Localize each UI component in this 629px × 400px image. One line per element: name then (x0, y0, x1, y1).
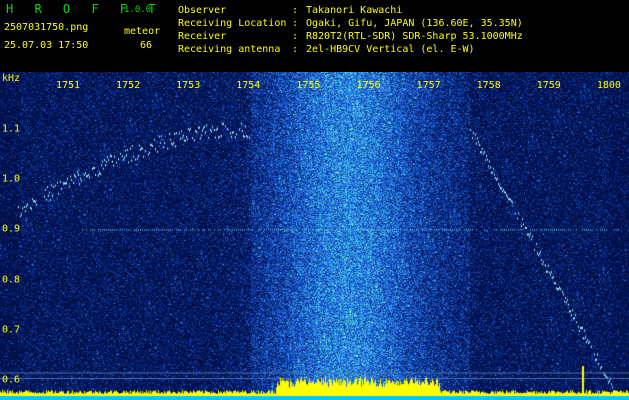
info-key: Receiver (178, 31, 227, 42)
info-value: Ogaki, Gifu, JAPAN (136.60E, 35.35N) (306, 18, 523, 29)
spectrogram-plot (0, 72, 629, 400)
y-axis-unit: kHz (2, 73, 21, 84)
info-key: Observer (178, 5, 227, 16)
info-separator: : (292, 44, 299, 55)
y-tick-label: 0.6 (2, 374, 21, 386)
meteor-count: 66 (140, 40, 153, 51)
x-tick-label: 1754 (236, 80, 261, 91)
info-value: R820T2(RTL-SDR) SDR-Sharp 53.1000MHz (306, 31, 523, 42)
x-tick-label: 1756 (356, 80, 381, 91)
app-version: 1.0.0 (124, 5, 152, 15)
meteor-label: meteor (124, 26, 161, 37)
y-tick-label: 0.8 (2, 274, 21, 286)
capture-datetime: 25.07.03 17:50 (4, 40, 89, 51)
info-key: Receiving antenna (178, 44, 281, 55)
y-tick-label: 1.1 (2, 123, 21, 135)
x-tick-label: 1752 (116, 80, 141, 91)
x-tick-label: 1753 (176, 80, 201, 91)
info-separator: : (292, 31, 299, 42)
capture-filename: 2507031750.png (4, 22, 89, 33)
header-panel: H R O F F T 1.0.0 2507031750.png meteor … (0, 0, 629, 72)
info-value: 2el-HB9CV Vertical (el. E-W) (306, 44, 475, 55)
x-tick-label: 1759 (536, 80, 561, 91)
info-separator: : (292, 5, 299, 16)
y-tick-label: 1.0 (2, 173, 21, 185)
x-tick-label: 1751 (55, 80, 81, 91)
y-tick-label: 0.7 (2, 324, 21, 336)
x-tick-label: 1757 (416, 80, 441, 91)
x-tick-label: 1800 (596, 80, 621, 91)
info-key: Receiving Location (178, 18, 287, 29)
x-tick-label: 1758 (476, 80, 501, 91)
info-separator: : (292, 18, 299, 29)
info-value: Takanori Kawachi (306, 5, 403, 16)
y-tick-label: 0.9 (2, 223, 21, 235)
x-tick-label: 1755 (296, 80, 321, 91)
